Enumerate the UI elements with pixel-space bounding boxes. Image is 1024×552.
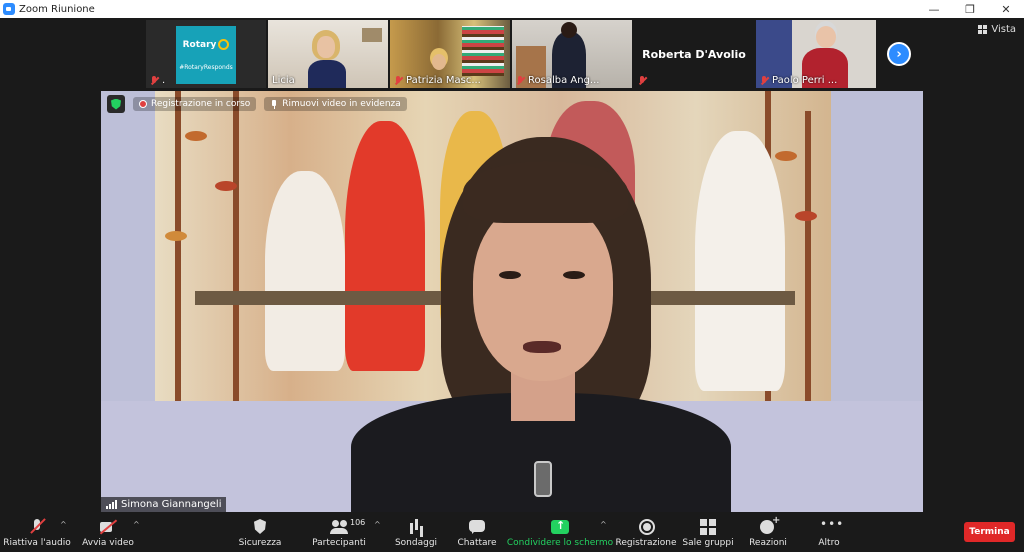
mic-muted-icon: [394, 75, 403, 86]
record-icon: [637, 519, 655, 535]
share-screen-label: Condividere lo schermo: [506, 538, 614, 548]
restore-button[interactable]: ❐: [952, 0, 988, 18]
participant-name-text: .: [162, 75, 166, 86]
chat-label: Chattare: [457, 538, 497, 548]
mic-muted-icon: [28, 519, 46, 535]
participant-tile-rotary[interactable]: Rotary #RotaryResponds .: [146, 20, 266, 88]
participant-name-text: Licia: [272, 75, 295, 86]
video-options-caret[interactable]: ^: [133, 520, 140, 529]
unpin-label: Rimuovi video in evidenza: [282, 99, 401, 109]
background-frame: [362, 28, 382, 42]
mic-muted-icon: [516, 75, 525, 86]
polls-label: Sondaggi: [394, 538, 438, 548]
speaker-figure: [351, 131, 731, 512]
participant-tile-patrizia[interactable]: Patrizia Masc...: [390, 20, 510, 88]
view-button[interactable]: Vista: [978, 24, 1016, 35]
chat-button[interactable]: Chattare: [456, 512, 498, 552]
recording-status-bar: Registrazione in corso Rimuovi video in …: [107, 95, 407, 113]
mic-muted-icon: [638, 76, 647, 86]
polls-button[interactable]: Sondaggi: [394, 512, 438, 552]
camera-off-icon: [99, 519, 117, 535]
close-button[interactable]: ✕: [988, 0, 1024, 18]
participants-options-caret[interactable]: ^: [374, 520, 381, 529]
meeting-stage: Rotary #RotaryResponds . Licia Patrizia …: [0, 18, 1024, 512]
rotary-logo-title: Rotary: [182, 39, 217, 50]
bookshelf-background: [462, 26, 504, 76]
unpin-video-button[interactable]: Rimuovi video in evidenza: [264, 97, 407, 111]
share-options-caret[interactable]: ^: [600, 520, 607, 529]
speaker-name: Simona Giannangeli: [121, 499, 222, 510]
shield-icon: [251, 519, 269, 535]
mic-muted-icon: [760, 75, 769, 86]
active-speaker-video[interactable]: Registrazione in corso Rimuovi video in …: [101, 91, 923, 512]
participant-name-text: Rosalba Ang...: [528, 75, 600, 86]
recording-indicator[interactable]: Registrazione in corso: [133, 97, 257, 111]
participant-filmstrip: Rotary #RotaryResponds . Licia Patrizia …: [146, 20, 876, 88]
participant-name: .: [150, 75, 165, 86]
signal-strength-icon: [106, 500, 117, 509]
breakout-rooms-label: Sale gruppi: [682, 538, 734, 548]
participant-display-name: Roberta D'Avolio: [642, 47, 746, 61]
security-label: Sicurezza: [238, 538, 282, 548]
reaction-emoji-icon: [759, 515, 780, 535]
shield-icon: [111, 98, 121, 110]
zoom-app-icon: [3, 3, 15, 15]
participant-name: [638, 76, 650, 86]
more-options-icon: [820, 517, 844, 535]
minimize-button[interactable]: —: [916, 0, 952, 18]
window-title: Zoom Riunione: [19, 3, 95, 15]
pin-icon: [270, 99, 278, 109]
participant-tile-roberta[interactable]: Roberta D'Avolio: [634, 20, 754, 88]
record-label: Registrazione: [615, 538, 677, 548]
participants-icon: [330, 519, 348, 535]
end-meeting-button[interactable]: Termina: [964, 522, 1015, 542]
more-label: Altro: [818, 538, 840, 548]
grid-view-icon: [978, 25, 988, 34]
participant-tile-paolo[interactable]: Paolo Perri ...: [756, 20, 876, 88]
participants-label: Partecipanti: [312, 538, 366, 548]
recording-label: Registrazione in corso: [151, 99, 251, 109]
view-button-label: Vista: [991, 24, 1016, 35]
reactions-button[interactable]: Reazioni: [748, 512, 788, 552]
encryption-shield[interactable]: [107, 95, 125, 113]
chat-icon: [468, 519, 486, 535]
share-screen-icon: [551, 519, 569, 535]
participant-name: Patrizia Masc...: [394, 75, 481, 86]
participant-name: Paolo Perri ...: [760, 75, 837, 86]
share-screen-button[interactable]: Condividere lo schermo: [506, 512, 614, 552]
participant-video: [432, 54, 446, 70]
participant-tile-rosalba[interactable]: Rosalba Ang...: [512, 20, 632, 88]
breakout-rooms-icon: [699, 519, 717, 535]
window-titlebar: Zoom Riunione — ❐ ✕: [0, 0, 1024, 18]
rotary-logo: Rotary #RotaryResponds: [176, 26, 236, 84]
more-button[interactable]: Altro: [812, 512, 846, 552]
participant-tile-licia[interactable]: Licia: [268, 20, 388, 88]
reactions-label: Reazioni: [749, 538, 787, 548]
participant-name-text: Patrizia Masc...: [406, 75, 481, 86]
record-button[interactable]: Registrazione: [615, 512, 677, 552]
start-video-button[interactable]: Avvia video: [82, 512, 134, 552]
rotary-wheel-icon: [218, 39, 230, 50]
chevron-right-icon: ›: [896, 46, 902, 62]
breakout-rooms-button[interactable]: Sale gruppi: [682, 512, 734, 552]
audio-options-caret[interactable]: ^: [60, 520, 67, 529]
participants-count: 106: [350, 518, 366, 527]
rotary-logo-tag: #RotaryResponds: [179, 64, 233, 71]
unmute-label: Riattiva l'audio: [3, 538, 71, 548]
record-dot-icon: [139, 100, 147, 108]
poll-icon: [407, 519, 425, 535]
participant-video: [308, 30, 346, 88]
participant-name-text: Paolo Perri ...: [772, 75, 838, 86]
meeting-toolbar: Riattiva l'audio ^ Avvia video ^ Sicurez…: [0, 512, 1024, 552]
start-video-label: Avvia video: [82, 538, 134, 548]
speaker-name-tag: Simona Giannangeli: [101, 497, 227, 512]
unmute-button[interactable]: Riattiva l'audio: [3, 512, 71, 552]
filmstrip-next-button[interactable]: ›: [887, 42, 911, 66]
participant-name: Rosalba Ang...: [516, 75, 599, 86]
participant-name: Licia: [272, 75, 295, 86]
security-button[interactable]: Sicurezza: [236, 512, 284, 552]
mic-muted-icon: [150, 75, 159, 86]
